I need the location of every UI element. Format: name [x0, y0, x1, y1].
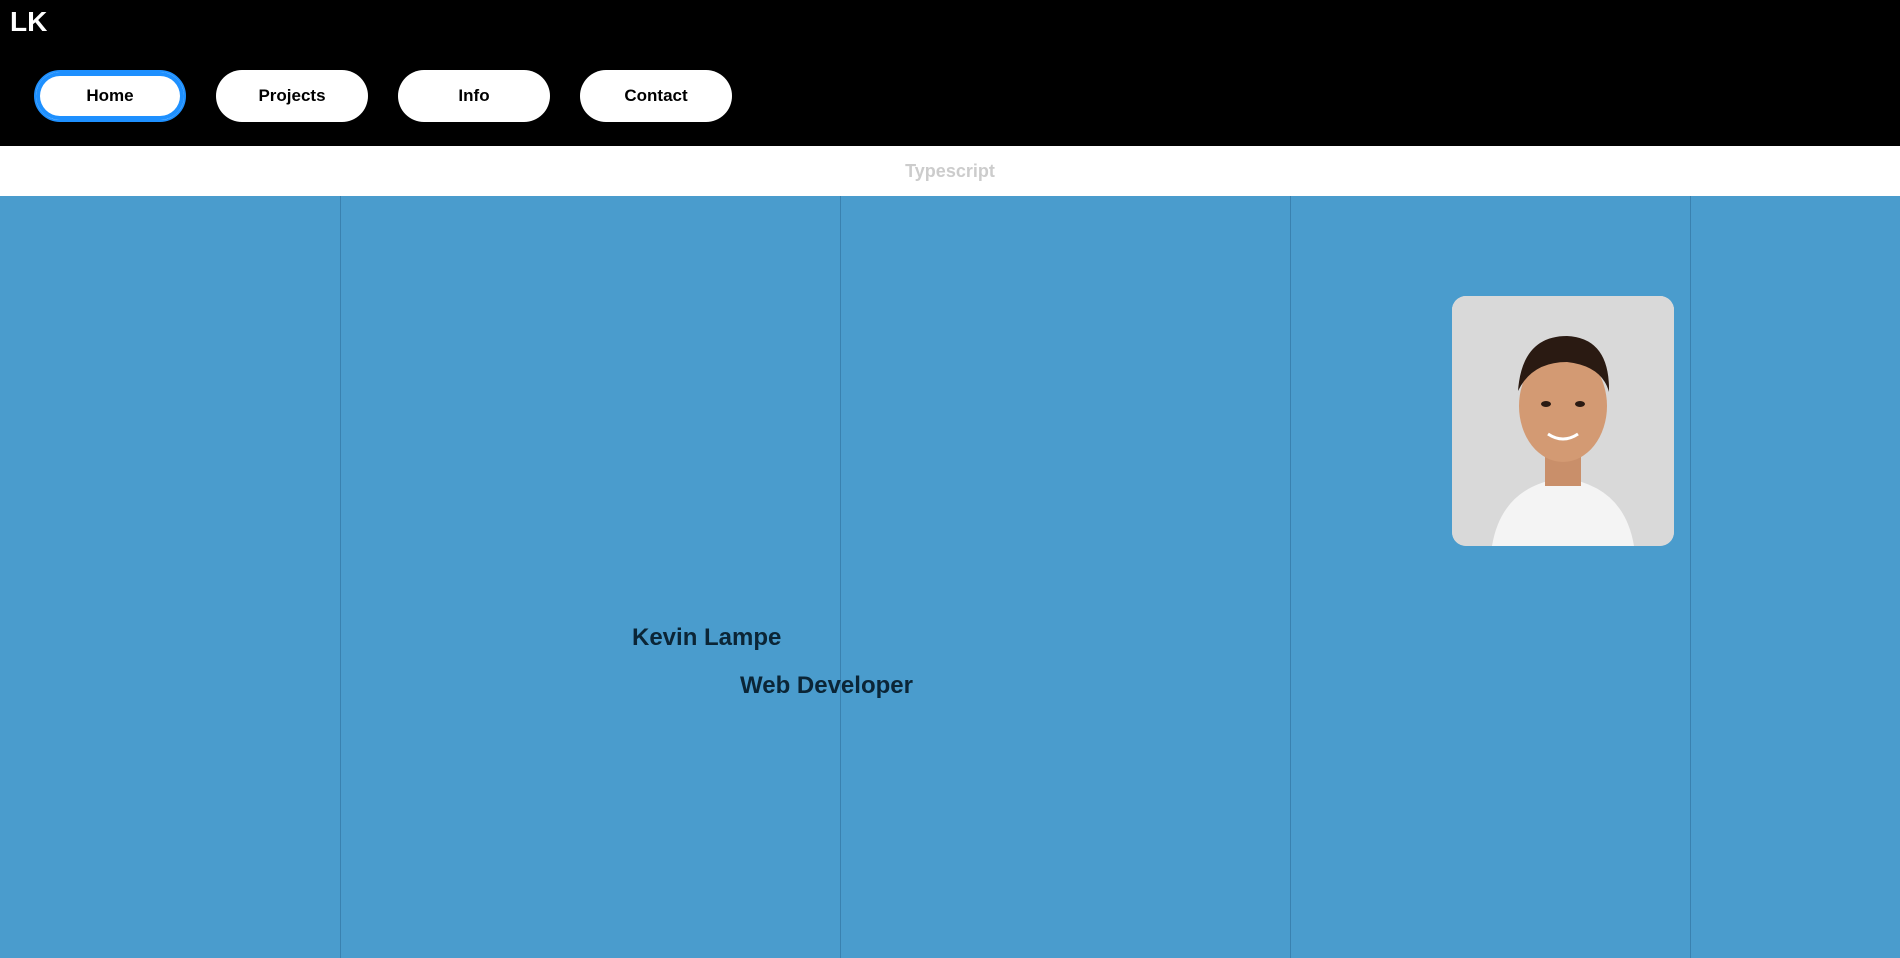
logo: LK — [10, 6, 48, 37]
code-pane-5 — [1698, 196, 1900, 958]
typing-banner: Typescript — [0, 146, 1900, 196]
code-pane-3 — [860, 196, 1240, 958]
code-pane-2 — [400, 196, 780, 958]
nav-contact-button[interactable]: Contact — [580, 70, 732, 122]
nav-info-button[interactable]: Info — [398, 70, 550, 122]
nav-projects-button[interactable]: Projects — [216, 70, 368, 122]
main-nav: Home Projects Info Contact — [34, 70, 732, 122]
hero-role: Web Developer — [740, 672, 913, 699]
profile-photo — [1452, 296, 1674, 546]
typing-text: Typescript — [905, 160, 995, 181]
code-pane-1 — [14, 196, 334, 958]
top-navigation-bar: LK Home Projects Info Contact — [0, 0, 1900, 146]
hero-name: Kevin Lampe — [632, 624, 782, 651]
nav-home-button[interactable]: Home — [34, 70, 186, 122]
